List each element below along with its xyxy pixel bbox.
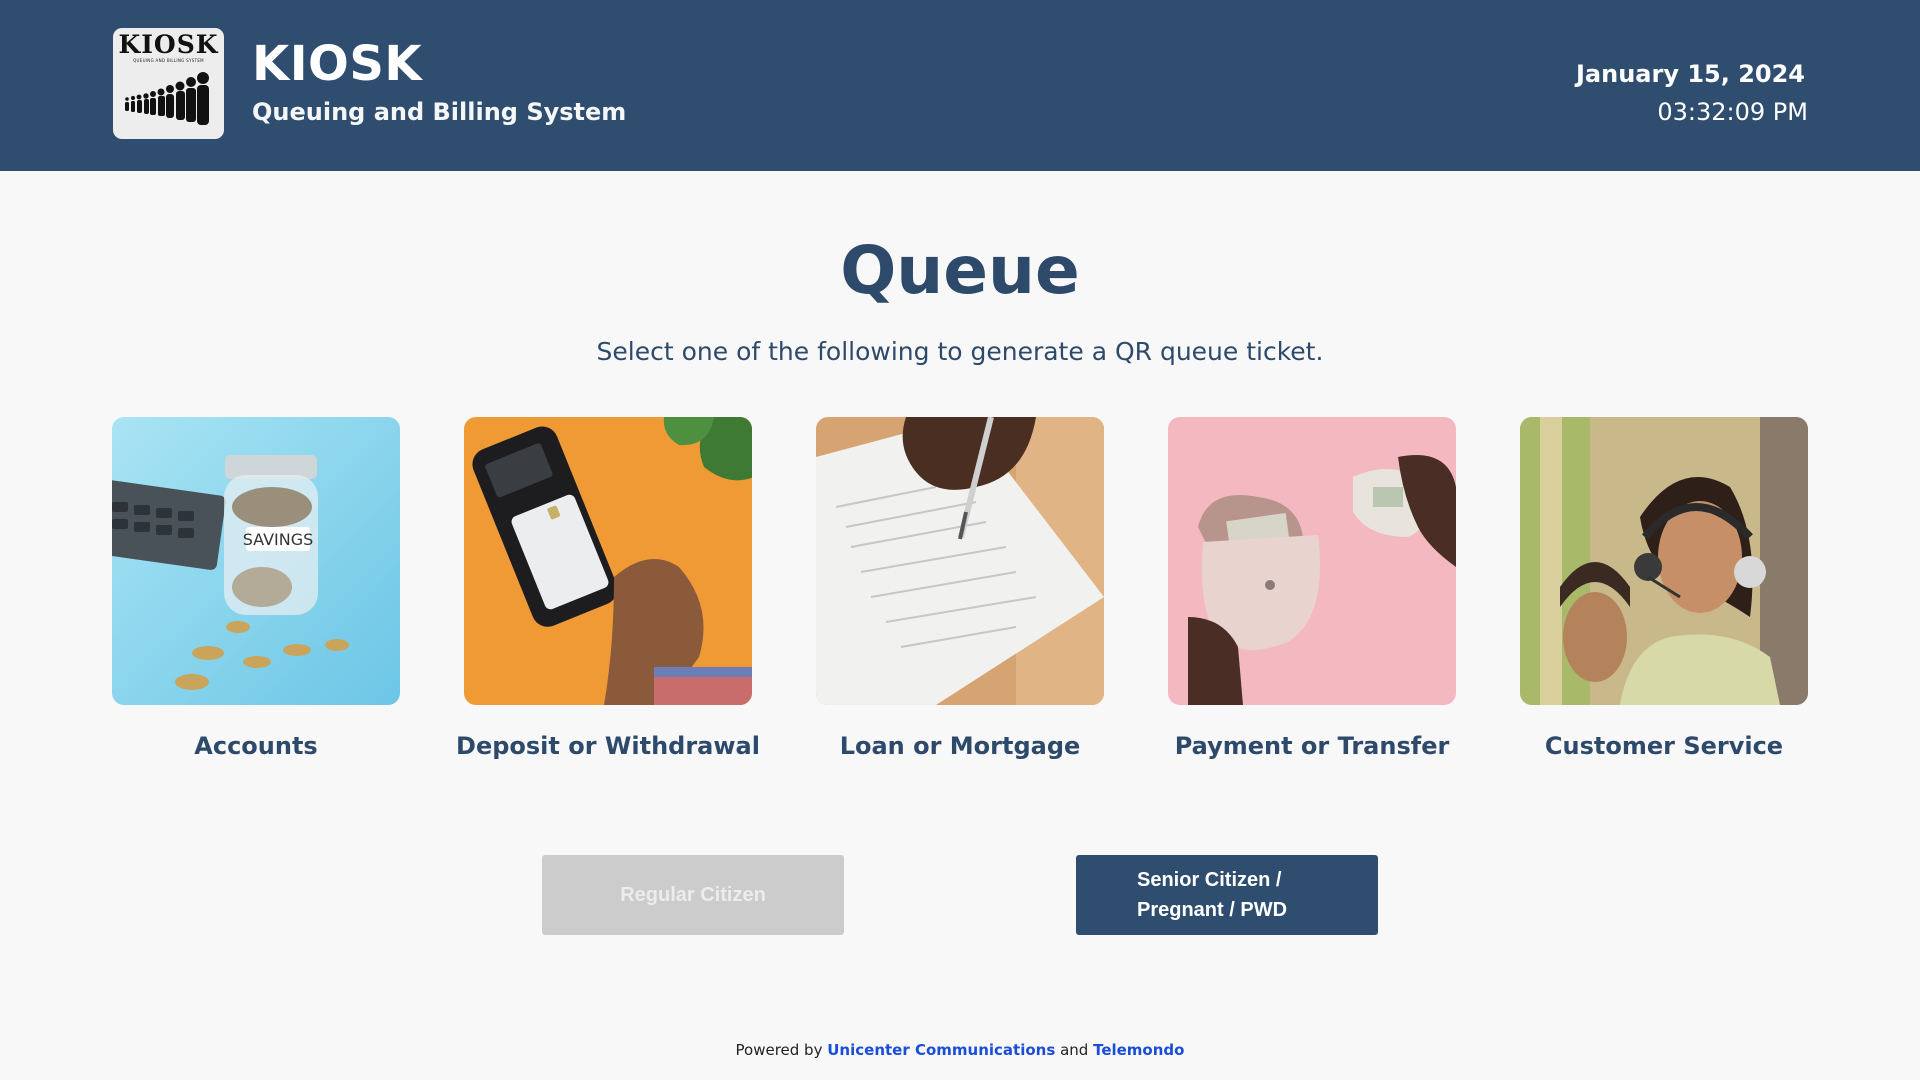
logo-text: KIOSK [118,30,219,59]
service-label-loan-mortgage: Loan or Mortgage [839,732,1081,760]
current-date: January 15, 2024 [1576,60,1805,88]
service-card-loan-mortgage[interactable]: Loan or Mortgage [816,417,1104,760]
service-label-deposit-withdrawal: Deposit or Withdrawal [456,732,760,760]
service-label-customer-service: Customer Service [1544,732,1784,760]
footer: Powered by Unicenter Communications and … [0,1041,1920,1059]
service-card-deposit-withdrawal[interactable]: Deposit or Withdrawal [456,417,760,760]
savings-jar-image: SAVINGS [112,417,400,705]
service-card-customer-service[interactable]: Customer Service [1520,417,1808,760]
wallet-cash-image [1168,417,1456,705]
service-label-accounts: Accounts [194,732,318,760]
current-time: 03:32:09 PM [1657,98,1808,126]
queue-people-icon [125,72,209,125]
app-subtitle: Queuing and Billing System [252,98,627,126]
signing-document-image [816,417,1104,705]
unicenter-link[interactable]: Unicenter Communications [827,1041,1055,1059]
footer-prefix: Powered by [735,1041,823,1059]
telemondo-link[interactable]: Telemondo [1093,1041,1184,1059]
service-card-payment-transfer[interactable]: Payment or Transfer [1168,417,1456,760]
senior-pregnant-pwd-button[interactable]: Senior Citizen / Pregnant / PWD [1076,855,1378,935]
senior-label-line2: Pregnant / PWD [1137,899,1288,921]
call-center-agent-image [1520,417,1808,705]
app-title: KIOSK [252,36,423,92]
kiosk-logo: KIOSK QUEUING AND BILLING SYSTEM [113,28,224,139]
jar-label: SAVINGS [243,530,314,549]
footer-and: and [1060,1041,1089,1059]
logo-subtext: QUEUING AND BILLING SYSTEM [133,58,204,63]
regular-citizen-button[interactable]: Regular Citizen [542,855,844,935]
page-title: Queue [840,232,1080,309]
card-terminal-image [464,417,752,705]
senior-label-line1: Senior Citizen / [1137,869,1282,891]
header-bar: KIOSK QUEUING AND BILLING SYSTEM KIOSK Q… [0,0,1920,171]
service-label-payment-transfer: Payment or Transfer [1174,732,1450,760]
page-subtitle: Select one of the following to generate … [596,337,1324,366]
service-card-accounts[interactable]: SAVINGS Accounts [112,417,400,760]
regular-citizen-label: Regular Citizen [620,884,766,906]
senior-pregnant-pwd-label: Senior Citizen / Pregnant / PWD [1137,865,1317,925]
